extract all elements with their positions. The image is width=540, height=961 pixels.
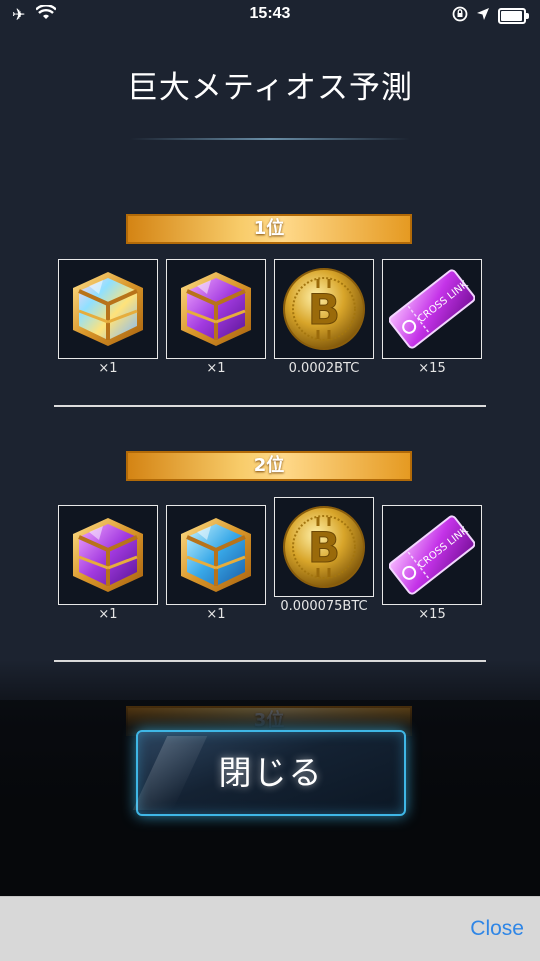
purple-cube-icon — [179, 270, 253, 348]
cross-link-ticket-icon — [389, 512, 475, 597]
reward-cell[interactable] — [274, 259, 374, 359]
reward-cell[interactable] — [274, 497, 374, 597]
reward-cell[interactable] — [166, 505, 266, 605]
reward-quantity: ×1 — [206, 361, 226, 376]
reward-cell[interactable] — [58, 259, 158, 359]
dialog-title: 巨大メティオス予測 — [126, 70, 414, 106]
button-shine — [132, 736, 208, 810]
battery-icon — [498, 8, 529, 24]
rotation-lock-icon — [452, 6, 468, 26]
close-dialog-label: 閉じる — [218, 753, 324, 792]
rank-1-banner: 1位 — [126, 214, 412, 244]
reward-quantity: ×1 — [206, 607, 226, 622]
reward-quantity: ×1 — [98, 361, 118, 376]
reward-cell[interactable] — [382, 259, 482, 359]
rank-2-banner: 2位 — [126, 451, 412, 481]
reward-quantity: ×1 — [98, 607, 118, 622]
purple-cube-icon — [71, 516, 145, 594]
status-bar: ✈ 15:43 — [0, 0, 540, 30]
reward-quantity: 0.000075BTC — [280, 599, 368, 614]
close-dialog-button[interactable]: 閉じる — [132, 730, 406, 816]
close-link[interactable]: Close — [470, 917, 524, 941]
reward-quantity: 0.0002BTC — [288, 361, 360, 376]
webview-toolbar: Close — [0, 896, 540, 961]
reward-quantity: ×15 — [418, 607, 446, 622]
section-divider — [54, 405, 486, 407]
blue-cube-icon — [179, 516, 253, 594]
reward-cell[interactable] — [58, 505, 158, 605]
location-arrow-icon — [476, 6, 490, 25]
bitcoin-icon — [282, 267, 366, 351]
reward-cell[interactable] — [382, 505, 482, 605]
gold-cube-icon — [71, 270, 145, 348]
bitcoin-icon — [282, 505, 366, 589]
cross-link-ticket-icon — [389, 266, 475, 351]
title-divider — [130, 138, 410, 140]
reward-quantity: ×15 — [418, 361, 446, 376]
reward-cell[interactable] — [166, 259, 266, 359]
